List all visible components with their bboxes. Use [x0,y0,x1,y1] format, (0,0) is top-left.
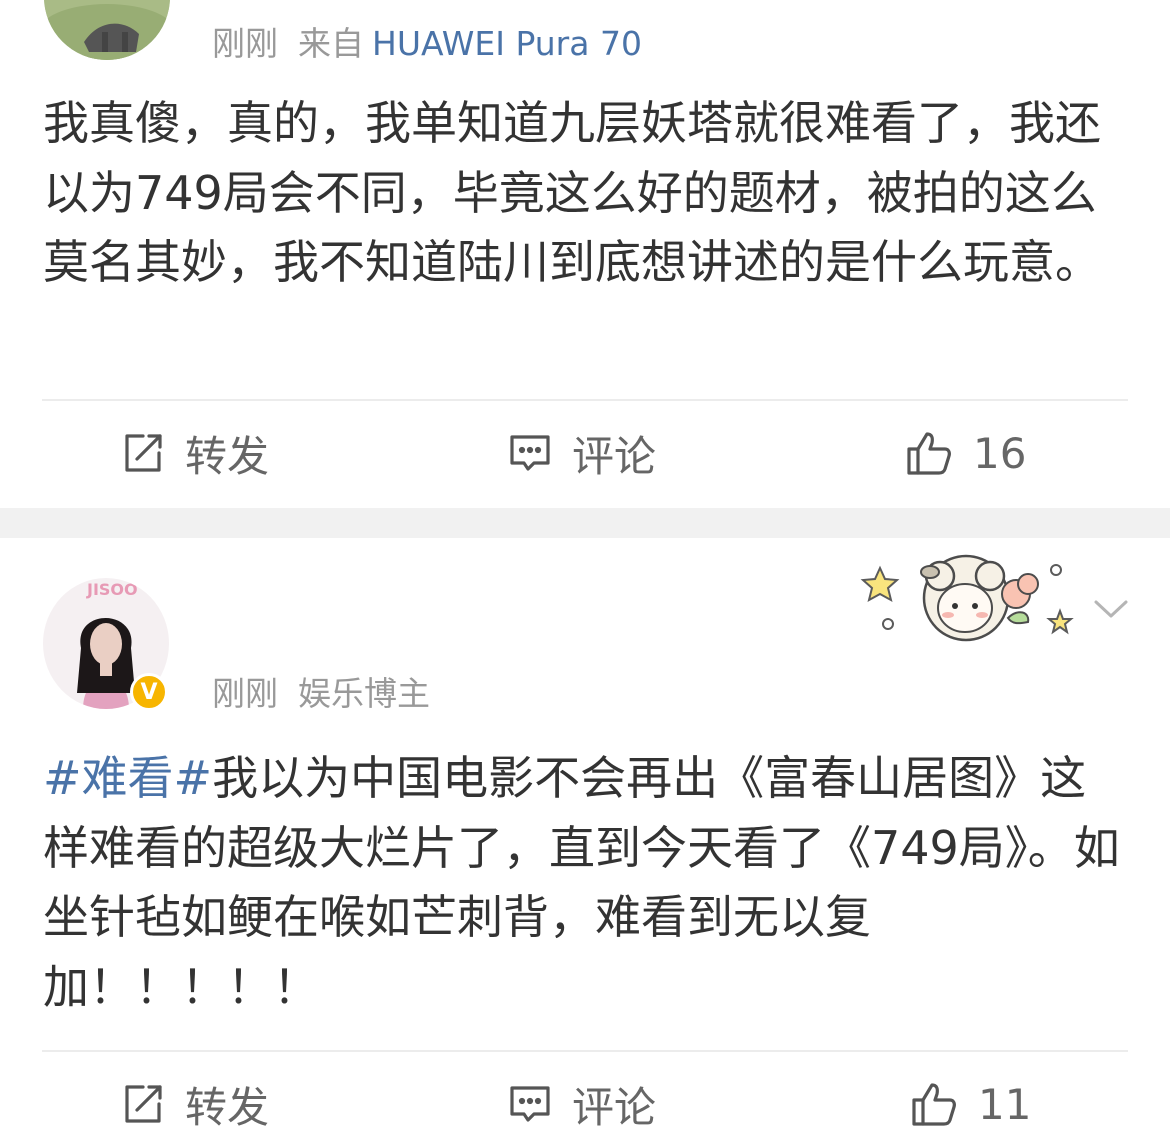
source-device[interactable]: HUAWEI Pura 70 [372,24,642,63]
verified-icon: V [130,673,168,711]
like-count: 11 [978,1079,1032,1129]
comment-icon [508,1082,552,1126]
post-time: 刚刚 [212,24,278,63]
divider [42,1050,1128,1052]
post-meta: 刚刚 娱乐博主 [212,667,430,715]
like-icon [910,1080,958,1128]
chevron-down-icon[interactable] [1093,598,1129,626]
comment-icon [508,431,552,475]
post-card: JISOO V 刚刚 娱乐博主 #难看#我以为中国电影不会再出《富春山居图》这样… [0,538,1170,1141]
repost-label: 转发 [185,1082,270,1132]
comment-label: 评论 [572,1082,657,1132]
repost-label: 转发 [185,431,270,481]
comment-label: 评论 [572,431,657,481]
post-content: #难看#我以为中国电影不会再出《富春山居图》这样难看的超级大烂片了，直到今天看了… [43,744,1128,1022]
like-button[interactable]: 16 [905,423,1026,483]
repost-button[interactable]: 转发 [121,423,269,483]
topic-link[interactable]: #难看# [43,751,212,805]
post-meta: 刚刚 来自 HUAWEI Pura 70 [212,17,642,65]
comment-button[interactable]: 评论 [508,1074,656,1134]
post-card: 刚刚 来自 HUAWEI Pura 70 我真傻，真的，我单知道九层妖塔就很难看了，… [0,0,1170,508]
like-count: 16 [973,428,1027,478]
like-icon [905,429,953,477]
sheep-sticker-icon [858,546,1078,654]
post-content: 我真傻，真的，我单知道九层妖塔就很难看了，我还以为749局会不同，毕竟这么好的题… [43,96,1101,289]
user-tag: 娱乐博主 [298,674,430,713]
comment-button[interactable]: 评论 [508,423,656,483]
divider [42,399,1128,401]
avatar-watermark-text: JISOO [87,580,138,599]
repost-button[interactable]: 转发 [121,1074,269,1134]
source-prefix: 来自 [298,24,364,63]
user-avatar[interactable] [44,0,170,60]
repost-icon [121,1082,165,1126]
post-time: 刚刚 [212,674,278,713]
repost-icon [121,431,165,475]
post-separator [0,508,1170,538]
like-button[interactable]: 11 [910,1074,1031,1134]
